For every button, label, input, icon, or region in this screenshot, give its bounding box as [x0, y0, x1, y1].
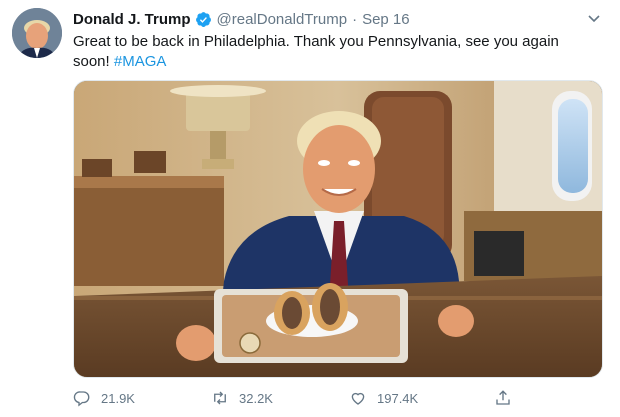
chevron-down-icon[interactable] [586, 10, 602, 26]
retweet-count: 32.2K [239, 390, 273, 406]
like-button[interactable]: 197.4K [349, 389, 418, 407]
hashtag-link[interactable]: #MAGA [114, 53, 167, 70]
tweet-date[interactable]: Sep 16 [362, 11, 410, 28]
reply-icon [73, 391, 90, 407]
tweet-header: Donald J. Trump @realDonaldTrump · Sep 1… [73, 9, 410, 29]
like-icon [351, 392, 365, 405]
tweet-photo[interactable] [73, 80, 603, 378]
reply-count: 21.9K [101, 390, 135, 406]
separator-dot: · [352, 10, 358, 28]
avatar[interactable] [12, 8, 62, 58]
reply-button[interactable]: 21.9K [73, 389, 135, 407]
retweet-icon [214, 391, 226, 405]
verified-badge-icon [195, 11, 212, 28]
username-handle[interactable]: @realDonaldTrump [217, 11, 348, 28]
display-name[interactable]: Donald J. Trump [73, 11, 191, 28]
share-button[interactable] [494, 389, 522, 407]
retweet-button[interactable]: 32.2K [211, 389, 273, 407]
tweet: Donald J. Trump @realDonaldTrump · Sep 1… [0, 0, 620, 417]
like-count: 197.4K [377, 390, 419, 406]
tweet-actions: 21.9K 32.2K 197.4K [73, 388, 601, 408]
share-icon [496, 390, 510, 405]
tweet-text: Great to be back in Philadelphia. Thank … [73, 32, 583, 72]
